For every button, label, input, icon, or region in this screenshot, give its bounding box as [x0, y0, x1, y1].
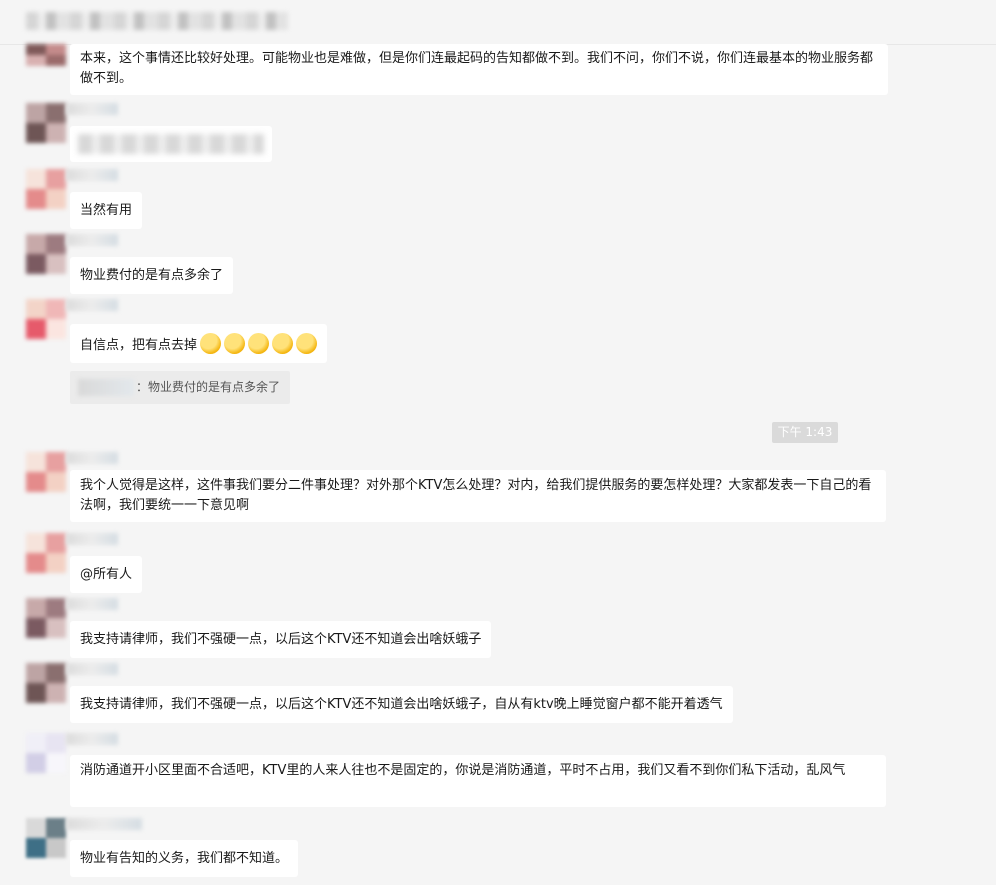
sender-name-redacted [66, 818, 142, 830]
message-text: 我支持请律师，我们不强硬一点，以后这个KTV还不知道会出啥妖蛾子，自从有ktv晚… [80, 697, 723, 712]
sender-name-redacted [66, 533, 118, 545]
sender-name-redacted [66, 663, 118, 675]
avatar[interactable] [26, 663, 66, 703]
sender-name-redacted [66, 103, 118, 115]
message-bubble: 我个人觉得是这样，这件事我们要分二件事处理？对外那个KTV怎么处理？对内，给我们… [70, 470, 886, 522]
message-bubble: 自信点，把有点去掉 [70, 324, 328, 363]
message-bubble: 我支持请律师，我们不强硬一点，以后这个KTV还不知道会出啥妖蛾子，自从有ktv晚… [70, 686, 733, 723]
timestamp: 下午 1:43 [772, 422, 838, 443]
avatar[interactable] [26, 44, 66, 66]
sender-name-redacted [66, 598, 118, 610]
message-text: 我个人觉得是这样，这件事我们要分二件事处理？对外那个KTV怎么处理？对内，给我们… [80, 478, 872, 513]
thinking-face-icon [272, 333, 294, 354]
message-text: 物业费付的是有点多余了 [80, 268, 224, 283]
avatar[interactable] [26, 234, 66, 274]
chat-header [0, 0, 996, 45]
quoted-sender-redacted [78, 379, 134, 396]
message-text: 物业有告知的义务，我们都不知道。 [80, 851, 289, 866]
message-bubble: 物业费付的是有点多余了 [70, 257, 234, 294]
thinking-face-icon [224, 333, 246, 354]
avatar[interactable] [26, 818, 66, 858]
sender-name-redacted [66, 169, 118, 181]
message-text: 当然有用 [80, 203, 133, 218]
quoted-text: ：物业费付的是有点多余了 [136, 380, 281, 394]
message-text: 消防通道开小区里面不合适吧，KTV里的人来人往也不是固定的，你说是消防通道，平时… [80, 763, 846, 778]
sender-name-redacted [66, 733, 118, 745]
avatar[interactable] [26, 169, 66, 209]
avatar[interactable] [26, 733, 66, 773]
avatar[interactable] [26, 299, 66, 339]
message-bubble: 我支持请律师，我们不强硬一点，以后这个KTV还不知道会出啥妖蛾子 [70, 621, 492, 658]
avatar[interactable] [26, 452, 66, 492]
message-text: 本来，这个事情还比较好处理。可能物业也是难做，但是你们连最起码的告知都做不到。我… [80, 51, 874, 86]
sender-name-redacted [66, 234, 118, 246]
thinking-face-icon [200, 333, 222, 354]
message-bubble: @所有人 [70, 556, 143, 593]
avatar[interactable] [26, 598, 66, 638]
sender-name-redacted [66, 299, 118, 311]
message-bubble: 消防通道开小区里面不合适吧，KTV里的人来人往也不是固定的，你说是消防通道，平时… [70, 755, 886, 807]
message-bubble-redacted [70, 126, 272, 162]
avatar[interactable] [26, 533, 66, 573]
message-text: @所有人 [80, 567, 133, 582]
chat-title-redacted [26, 12, 288, 30]
avatar[interactable] [26, 103, 66, 143]
sender-name-redacted [66, 452, 118, 464]
message-bubble: 本来，这个事情还比较好处理。可能物业也是难做，但是你们连最起码的告知都做不到。我… [70, 44, 888, 95]
thinking-face-icon [248, 333, 270, 354]
message-bubble: 当然有用 [70, 192, 143, 229]
message-text: 我支持请律师，我们不强硬一点，以后这个KTV还不知道会出啥妖蛾子 [80, 632, 482, 647]
thinking-face-icon [296, 333, 318, 354]
quoted-message[interactable]: ：物业费付的是有点多余了 [70, 371, 290, 404]
message-bubble: 物业有告知的义务，我们都不知道。 [70, 840, 299, 877]
message-text: 自信点，把有点去掉 [80, 338, 198, 353]
